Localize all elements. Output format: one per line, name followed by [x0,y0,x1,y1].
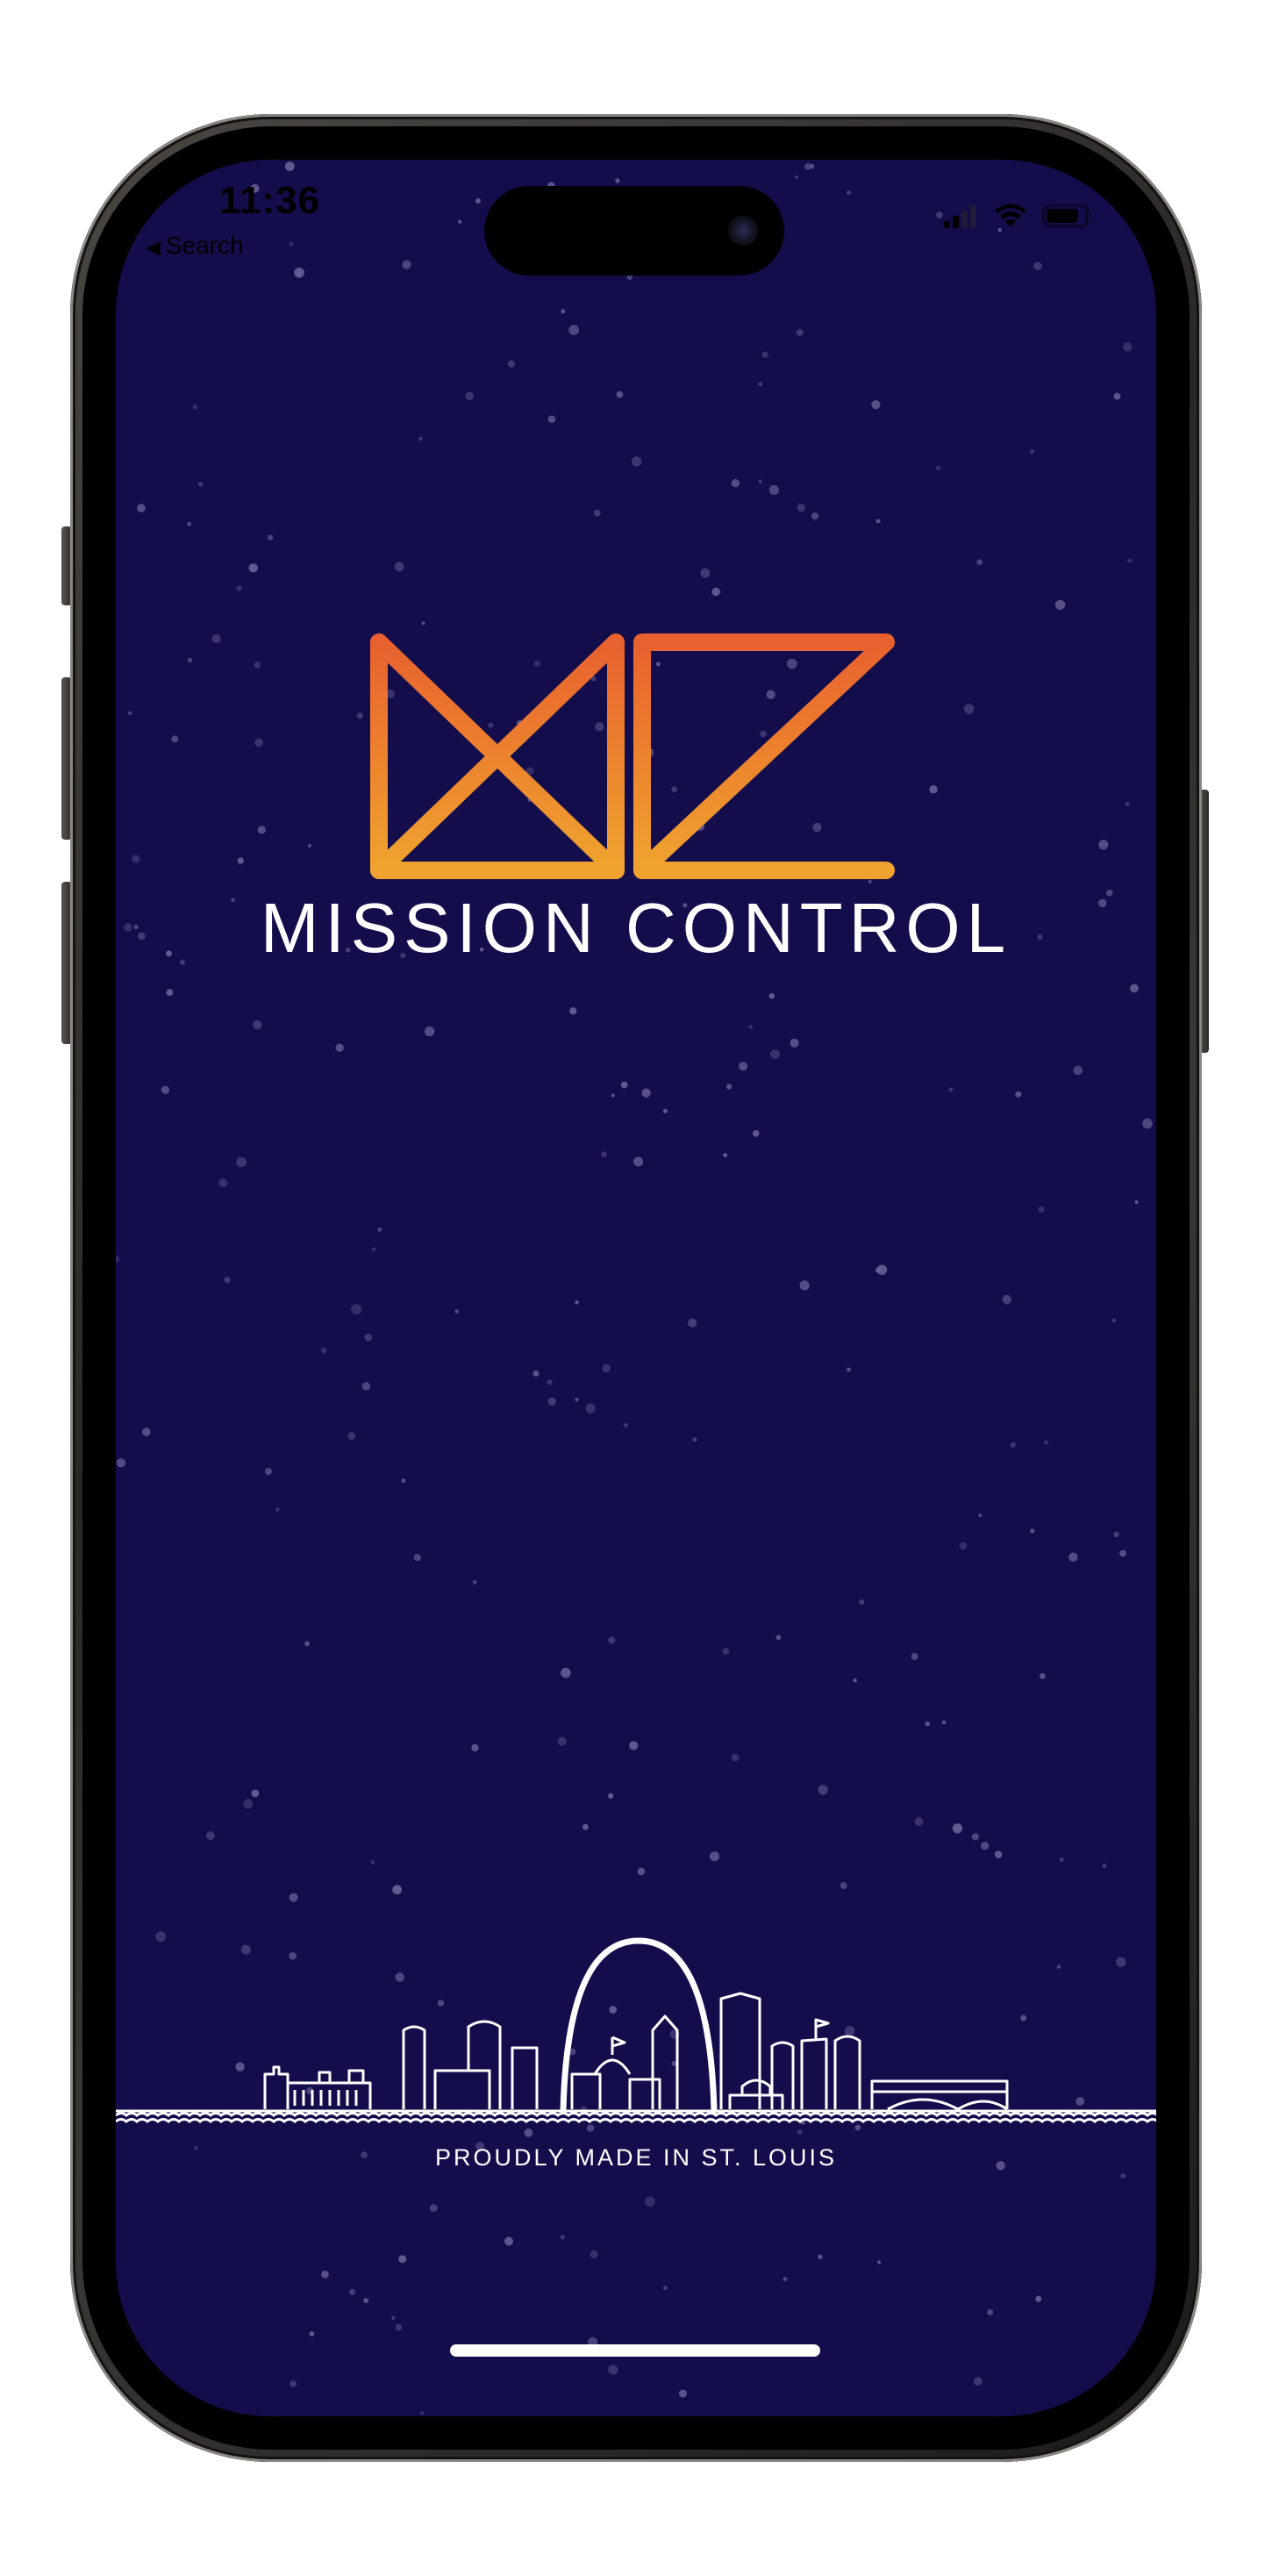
wifi-icon [995,204,1026,227]
cellular-signal-icon [944,205,976,228]
splash-screen: 11:36 ◀ Search MISSION CONTROL PROUDLY M… [116,160,1156,2416]
camera-icon [728,216,758,246]
tagline: PROUDLY MADE IN ST. LOUIS [434,2144,838,2171]
back-to-search-label: Search [165,232,244,259]
triangle-left-icon: ◀ [146,236,161,258]
st-louis-skyline-icon [116,1937,1156,2123]
back-to-search-link[interactable]: ◀ Search [146,232,244,260]
battery-icon [1042,204,1092,227]
status-time: 11:36 [219,179,321,222]
app-name: MISSION CONTROL [260,889,1012,967]
mc-logo-icon [370,633,895,879]
home-indicator[interactable] [450,2344,820,2357]
page: 11:36 ◀ Search MISSION CONTROL PROUDLY M… [0,0,1272,2576]
status-icons [944,198,1095,233]
dynamic-island [484,186,784,275]
